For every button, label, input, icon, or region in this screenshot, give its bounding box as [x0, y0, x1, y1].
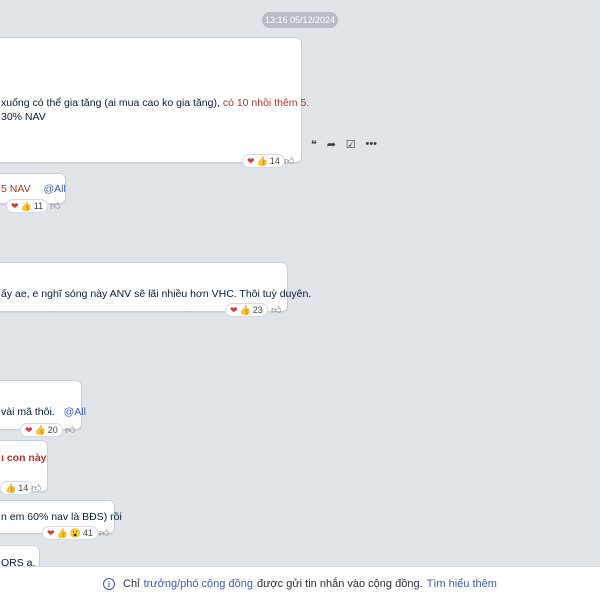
- thumbs-up-icon: 👍: [239, 304, 251, 315]
- reaction-count: 14: [18, 483, 29, 493]
- message-line: 5 NAV @All: [1, 182, 66, 196]
- like-icon[interactable]: 👍︎: [271, 304, 283, 316]
- forward-icon[interactable]: ➦: [327, 138, 336, 151]
- highlight-text: có 10 nhồi thêm 5.: [222, 97, 310, 109]
- reaction-count: 14: [269, 156, 280, 166]
- heart-icon: ❤: [247, 155, 255, 166]
- message-line: 30% NAV: [1, 111, 46, 123]
- like-icon[interactable]: 👍︎: [31, 482, 43, 494]
- task-icon[interactable]: ☑: [346, 138, 356, 151]
- notice-text: được gửi tin nhắn vào cộng đồng.: [256, 577, 423, 590]
- learn-more-link[interactable]: Tìm hiểu thêm: [427, 578, 497, 590]
- heart-icon: ❤: [25, 424, 33, 435]
- like-icon[interactable]: 👍︎: [99, 527, 111, 539]
- message-bubble[interactable]: ORS a.: [0, 545, 40, 566]
- like-icon[interactable]: 👍︎: [50, 200, 62, 212]
- thumbs-up-icon: 👍: [20, 200, 32, 211]
- reaction-summary[interactable]: ❤ 👍 😮 41: [42, 526, 98, 540]
- message-line: xuống có thể gia tăng (ai mua cao ko gia…: [1, 96, 309, 110]
- message-line: vài mã thôi. @All: [1, 405, 86, 419]
- reaction-count: 11: [33, 201, 44, 211]
- reaction-count: 20: [47, 425, 58, 435]
- reaction-summary[interactable]: ❤ 👍 23: [225, 303, 268, 317]
- chat-area: 13:16 05/12/2024 xuống có thể gia tăng (…: [0, 0, 600, 566]
- reaction-count: 23: [252, 305, 263, 315]
- message-bubble[interactable]: xuống có thể gia tăng (ai mua cao ko gia…: [0, 37, 309, 163]
- thumbs-up-icon: 👍: [256, 155, 268, 166]
- more-icon[interactable]: •••: [365, 138, 377, 150]
- wow-icon: 😮: [69, 527, 81, 538]
- thumbs-up-icon: 👍: [5, 482, 17, 493]
- message-text: xuống có thể gia tăng (ai mua cao ko gia…: [1, 97, 223, 109]
- like-icon[interactable]: 👍︎: [284, 155, 296, 167]
- quote-icon[interactable]: ❝: [311, 138, 317, 151]
- reaction-summary[interactable]: ❤ 👍 14: [242, 154, 285, 168]
- message-text: n em 60% nav là BĐS) rồi: [1, 511, 122, 523]
- date-separator: 13:16 05/12/2024: [262, 12, 338, 28]
- mention-all[interactable]: @All: [44, 183, 66, 195]
- message-text: ORS a.: [1, 557, 36, 566]
- message-text: ấy ae, e nghĩ sóng này ANV sẽ lãi nhiều …: [1, 288, 312, 300]
- highlight-text: 5 NAV: [1, 183, 31, 195]
- like-icon[interactable]: 👍︎: [65, 424, 77, 436]
- restriction-notice: i Chỉ trưởng/phó cộng đồng được gửi tin …: [0, 566, 600, 600]
- highlight-text: ı con này: [1, 452, 47, 464]
- heart-icon: ❤: [11, 200, 19, 211]
- message-text: vài mã thôi.: [1, 406, 55, 418]
- reaction-summary[interactable]: 👍 14: [0, 481, 34, 495]
- reaction-summary[interactable]: ❤ 👍 20: [20, 423, 63, 437]
- mention-all[interactable]: @All: [64, 406, 86, 418]
- notice-prefix: Chỉ: [123, 577, 140, 590]
- heart-icon: ❤: [47, 527, 55, 538]
- message-toolbar: ❝ ➦ ☑ •••: [306, 136, 382, 152]
- heart-icon: ❤: [230, 304, 238, 315]
- reaction-count: 41: [82, 528, 93, 538]
- thumbs-up-icon: 👍: [34, 424, 46, 435]
- reaction-summary[interactable]: ❤ 👍 11: [6, 199, 49, 213]
- info-icon: i: [103, 577, 116, 590]
- thumbs-up-icon: 👍: [56, 527, 68, 538]
- community-roles-link[interactable]: trưởng/phó cộng đồng: [144, 578, 253, 590]
